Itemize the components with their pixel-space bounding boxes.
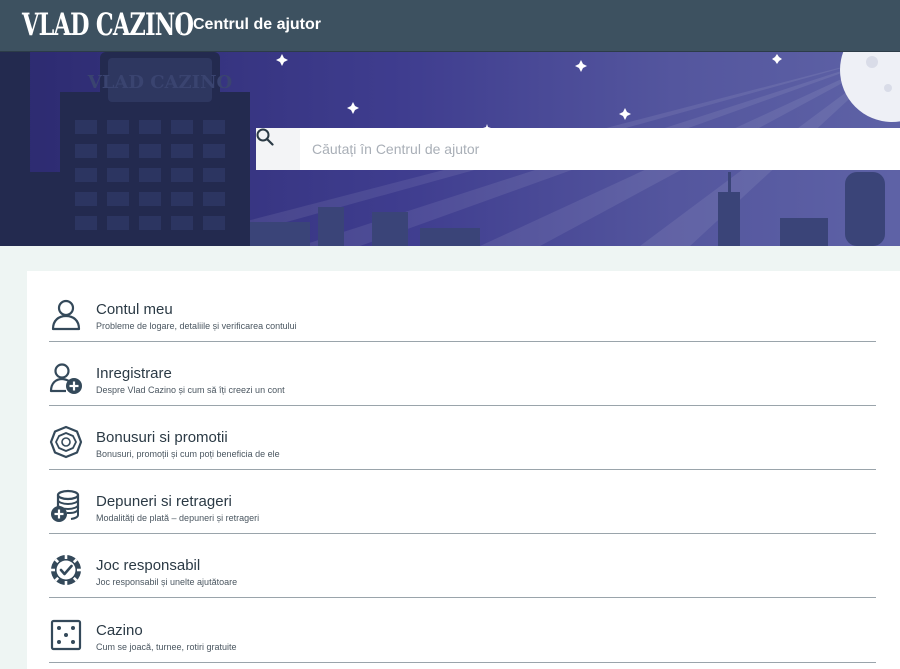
- category-description: Cum se joacă, turnee, rotiri gratuite: [96, 642, 237, 652]
- hero-banner: VLAD CAZINO: [0, 52, 900, 246]
- coins-add-icon: [51, 489, 80, 522]
- category-item-cazino[interactable]: Cazino Cum se joacă, turnee, rotiri grat…: [49, 598, 876, 663]
- category-description: Despre Vlad Cazino și cum să îți creezi …: [96, 385, 285, 395]
- category-description: Modalități de plată – depuneri și retrag…: [96, 513, 260, 523]
- search-bar: [256, 128, 900, 170]
- category-title: Cazino: [96, 622, 143, 639]
- category-title: Contul meu: [96, 301, 173, 318]
- header-divider: [180, 15, 181, 35]
- category-title: Inregistrare: [96, 365, 172, 382]
- category-description: Joc responsabil și unelte ajutătoare: [96, 577, 238, 587]
- category-item-joc-responsabil[interactable]: Joc responsabil Joc responsabil și unelt…: [49, 533, 876, 598]
- category-title: Bonusuri si promotii: [96, 429, 228, 446]
- user-icon: [51, 299, 81, 331]
- categories-panel: Contul meu Probleme de logare, detaliile…: [27, 271, 900, 669]
- logo-text: VLAD CAZINO: [22, 7, 194, 43]
- category-item-bonusuri[interactable]: Bonusuri si promotii Bonusuri, promoții …: [49, 405, 876, 470]
- search-icon: [256, 128, 274, 146]
- top-bar: VLAD CAZINO Centrul de ajutor: [0, 0, 900, 52]
- category-item-inregistrare[interactable]: Inregistrare Despre Vlad Cazino și cum s…: [49, 341, 876, 406]
- category-description: Probleme de logare, detaliile și verific…: [96, 321, 297, 331]
- search-input[interactable]: [300, 128, 900, 170]
- chip-check-icon: [51, 555, 81, 585]
- category-title: Joc responsabil: [96, 557, 201, 574]
- building-sign: VLAD CAZINO: [87, 72, 232, 93]
- page-title[interactable]: Centrul de ajutor: [193, 0, 321, 51]
- dice-icon: [50, 619, 82, 651]
- category-title: Depuneri si retrageri: [96, 493, 232, 510]
- category-description: Bonusuri, promoții și cum poți beneficia…: [96, 449, 280, 459]
- category-item-depuneri[interactable]: Depuneri si retrageri Modalități de plat…: [49, 469, 876, 534]
- search-button[interactable]: [256, 128, 300, 170]
- user-add-icon: [49, 363, 82, 394]
- category-item-contul-meu[interactable]: Contul meu Probleme de logare, detaliile…: [49, 277, 876, 342]
- gem-icon: [49, 425, 83, 459]
